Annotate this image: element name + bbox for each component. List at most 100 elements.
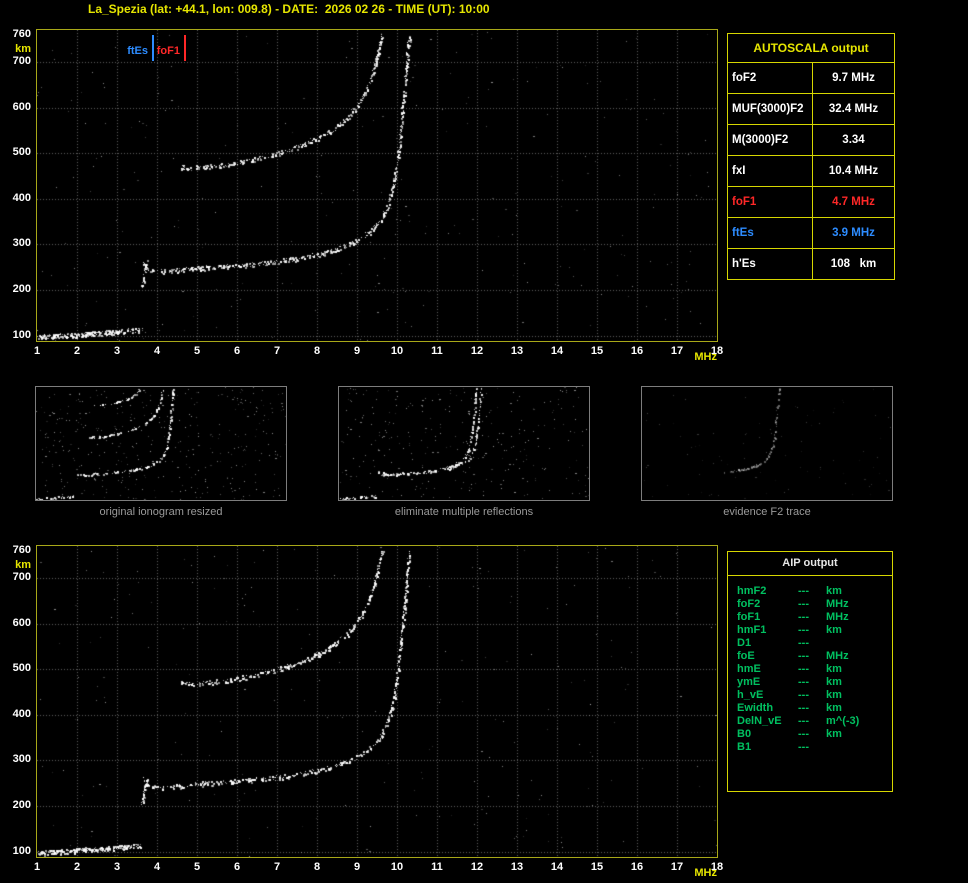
autoscala-row-hes: h'Es 108 km <box>728 248 894 279</box>
x-tick-label: 10 <box>390 345 404 357</box>
aip-param-value: --- <box>798 637 809 649</box>
aip-param-unit: km <box>826 702 842 714</box>
autoscala-output-table: AUTOSCALA output foF2 9.7 MHz MUF(3000)F2 3… <box>727 33 895 280</box>
autoscala-row-value: 32.4 MHz <box>828 103 879 115</box>
y-tick-label: 500 <box>12 146 31 159</box>
aip-param-name: foF2 <box>737 598 761 610</box>
y-axis-unit-label: km <box>15 42 31 55</box>
x-tick-label: 8 <box>313 345 321 357</box>
aip-output-rows: hmF2 --- km foF2 --- MHz foF1 --- MHz hmF1 --- km D1… <box>728 576 892 754</box>
ionogram-plot-bottom: 760 700 600 500 400 300 200 100 km 1 2 3 4 5 6 7 8 9 10 11 1… <box>13 544 723 879</box>
autoscala-row-label: foF2 <box>728 63 813 93</box>
aip-param-value: --- <box>798 741 809 753</box>
aip-param-name: D1 <box>737 637 752 649</box>
aip-row-hmf1: hmF1 --- km <box>737 624 892 637</box>
aip-param-value: --- <box>798 624 809 636</box>
y-tick-label: 400 <box>12 707 31 720</box>
aip-param-name: hmF1 <box>737 624 767 636</box>
x-tick-label: 12 <box>470 345 484 357</box>
x-tick-label: 13 <box>510 861 524 873</box>
autoscala-row-value: 10.4 MHz <box>828 165 879 177</box>
x-tick-label: 17 <box>670 861 684 873</box>
x-tick-label: 11 <box>431 345 443 357</box>
x-tick-label: 4 <box>153 345 161 357</box>
y-tick-label: 400 <box>12 191 31 204</box>
thumbnail-canvas-eliminate <box>339 387 589 500</box>
autoscala-row-label: MUF(3000)F2 <box>728 94 813 124</box>
y-tick-label: 100 <box>12 328 31 341</box>
x-axis-unit-label: MHz <box>694 351 717 363</box>
autoscala-row-label: M(3000)F2 <box>728 125 813 155</box>
aip-param-unit <box>826 741 892 754</box>
aip-row-fof1: foF1 --- MHz <box>737 611 892 624</box>
y-tick-label: 300 <box>12 237 31 250</box>
aip-param-value: --- <box>798 598 809 610</box>
aip-param-value: --- <box>798 650 809 662</box>
autoscala-row-ftes: ftEs 3.9 MHz <box>728 217 894 248</box>
y-tick-label: 500 <box>12 662 31 675</box>
thumbnail-canvas-evidence <box>642 387 892 500</box>
autoscala-output-title: AUTOSCALA output <box>753 41 869 55</box>
autoscala-row-label: h'Es <box>728 249 813 279</box>
aip-param-unit: m^(-3) <box>826 715 860 727</box>
autoscala-row-label: foF1 <box>728 187 813 217</box>
aip-param-value: --- <box>798 663 809 675</box>
ionogram-plot-top: 760 700 600 500 400 300 200 100 km 1 2 3 4 5 6 7 8 9 10 11 1… <box>13 28 723 363</box>
aip-row-yme: ymE --- km <box>737 676 892 689</box>
x-tick-label: 11 <box>431 861 443 873</box>
x-tick-label: 5 <box>193 345 201 357</box>
x-tick-label: 9 <box>353 861 361 873</box>
aip-param-unit: km <box>826 728 842 740</box>
x-tick-label: 7 <box>273 861 281 873</box>
aip-param-unit: MHz <box>826 650 849 662</box>
aip-param-name: Ewidth <box>737 702 774 714</box>
x-tick-label: 16 <box>630 861 644 873</box>
y-tick-label: 600 <box>12 616 31 629</box>
autoscala-row-fxi: fxI 10.4 MHz <box>728 155 894 186</box>
x-tick-label: 6 <box>233 861 241 873</box>
ionogram-canvas-bottom <box>37 546 717 857</box>
aip-param-unit: MHz <box>826 611 849 623</box>
autoscala-output-rows: foF2 9.7 MHz MUF(3000)F2 32.4 MHz M(3000)F2 3… <box>728 62 894 279</box>
x-tick-label: 14 <box>550 861 564 873</box>
aip-param-value: --- <box>798 715 809 727</box>
aip-param-name: B1 <box>737 741 752 753</box>
aip-param-value: --- <box>798 702 809 714</box>
aip-param-name: hmF2 <box>737 585 767 597</box>
autoscala-row-value: 3.34 <box>842 134 865 146</box>
aip-param-unit: MHz <box>826 598 849 610</box>
foF1-marker-label: foF1 <box>156 45 180 57</box>
x-tick-label: 15 <box>590 861 604 873</box>
x-tick-label: 10 <box>390 861 404 873</box>
y-tick-label: 200 <box>12 282 31 295</box>
x-tick-label: 3 <box>113 345 121 357</box>
y-axis-unit-label: km <box>15 558 31 571</box>
ionogram-canvas-top <box>37 30 717 341</box>
aip-param-name: h_vE <box>737 689 764 701</box>
thumbnail-canvas-original <box>36 387 286 500</box>
x-tick-label: 13 <box>510 345 524 357</box>
autoscala-row-value: 9.7 MHz <box>832 72 875 84</box>
aip-row-fof2: foF2 --- MHz <box>737 598 892 611</box>
aip-row-b1: B1 --- <box>737 741 892 754</box>
aip-output-table: AIP output hmF2 --- km foF2 --- MHz foF1 --- MHz… <box>727 551 893 792</box>
x-tick-label: 16 <box>630 345 644 357</box>
aip-param-name: foE <box>737 650 755 662</box>
autoscala-row-fof2: foF2 9.7 MHz <box>728 62 894 93</box>
x-tick-label: 17 <box>670 345 684 357</box>
aip-param-unit: km <box>826 663 842 675</box>
aip-param-value: --- <box>798 585 809 597</box>
x-tick-label: 3 <box>113 861 121 873</box>
autoscala-row-label: ftEs <box>728 218 813 248</box>
aip-param-name: foF1 <box>737 611 761 623</box>
x-tick-label: 4 <box>153 861 161 873</box>
y-tick-label: 200 <box>12 798 31 811</box>
aip-row-ewidth: Ewidth --- km <box>737 702 892 715</box>
aip-param-unit: km <box>826 689 842 701</box>
autoscala-row-label: fxI <box>728 156 813 186</box>
aip-output-title: AIP output <box>728 552 892 576</box>
aip-param-unit <box>826 637 892 650</box>
y-tick-label: 700 <box>12 54 31 67</box>
x-tick-label: 5 <box>193 861 201 873</box>
thumbnail-original-ionogram <box>35 386 287 501</box>
